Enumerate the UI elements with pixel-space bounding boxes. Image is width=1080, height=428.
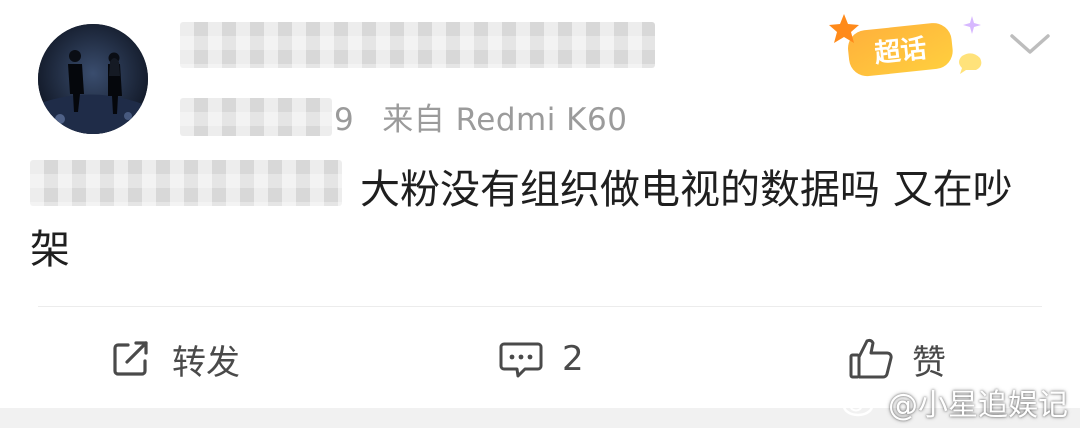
weibo-post-card: 9 来自 Redmi K60 超话 大粉没有组织做电视的数据吗 又在吵架 转发 … [0,0,1080,428]
repost-button[interactable]: 转发 [110,332,240,386]
post-meta: 9 来自 Redmi K60 [334,94,627,139]
device-name: Redmi K60 [455,102,628,138]
watermark-text: @小星追娱记 [888,388,1068,423]
avatar[interactable] [38,24,148,134]
repost-label: 转发 [172,342,240,383]
chaohua-label: 超话 [873,34,928,69]
username-pixelated[interactable] [180,22,655,68]
timestamp-suffix: 9 [334,102,355,138]
weibo-watermark: @小星追娱记 [842,380,1068,424]
avatar-image [38,24,148,134]
repost-icon [113,341,148,376]
comment-button[interactable]: 2 [498,332,584,386]
comment-count: 2 [562,339,584,379]
timestamp-pixelated [180,98,332,136]
chevron-down-icon[interactable] [1008,30,1052,58]
chaohua-badge-graphic: 超话 [829,14,982,77]
like-button[interactable]: 赞 [848,332,946,386]
weibo-logo-icon [842,390,880,417]
post-content: 大粉没有组织做电视的数据吗 又在吵架 [30,167,1013,273]
source-prefix: 来自 [382,102,446,138]
thumbs-up-icon [849,338,893,379]
chaohua-badge[interactable]: 超话 [826,8,986,80]
divider [38,306,1042,307]
like-label: 赞 [912,342,946,383]
comment-icon [499,342,543,378]
